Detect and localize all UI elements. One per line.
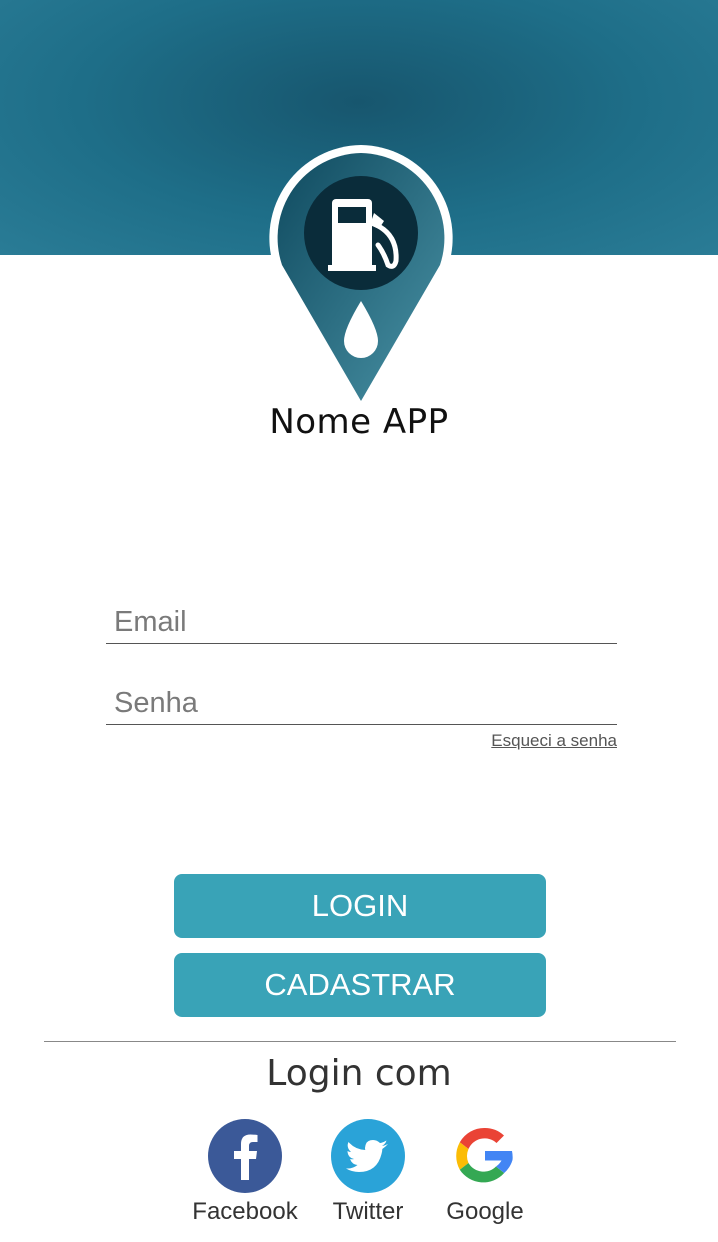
divider (44, 1041, 676, 1042)
facebook-icon (208, 1119, 282, 1193)
login-button[interactable]: LOGIN (174, 874, 546, 938)
twitter-label: Twitter (332, 1198, 404, 1225)
app-title: Nome APP (269, 402, 449, 442)
signup-button[interactable]: CADASTRAR (174, 953, 546, 1017)
facebook-label: Facebook (192, 1198, 298, 1225)
twitter-icon (331, 1119, 405, 1193)
social-login-title: Login com (266, 1053, 452, 1094)
fuel-pump-pin-icon (269, 145, 453, 409)
password-field[interactable] (106, 683, 617, 725)
forgot-password-link[interactable]: Esqueci a senha (491, 731, 617, 751)
twitter-login-button[interactable]: Twitter (313, 1118, 423, 1226)
facebook-login-button[interactable]: Facebook (190, 1118, 300, 1226)
google-login-button[interactable]: Google (430, 1118, 540, 1226)
email-field[interactable] (106, 602, 617, 644)
google-icon (456, 1127, 513, 1183)
google-label: Google (446, 1198, 524, 1225)
